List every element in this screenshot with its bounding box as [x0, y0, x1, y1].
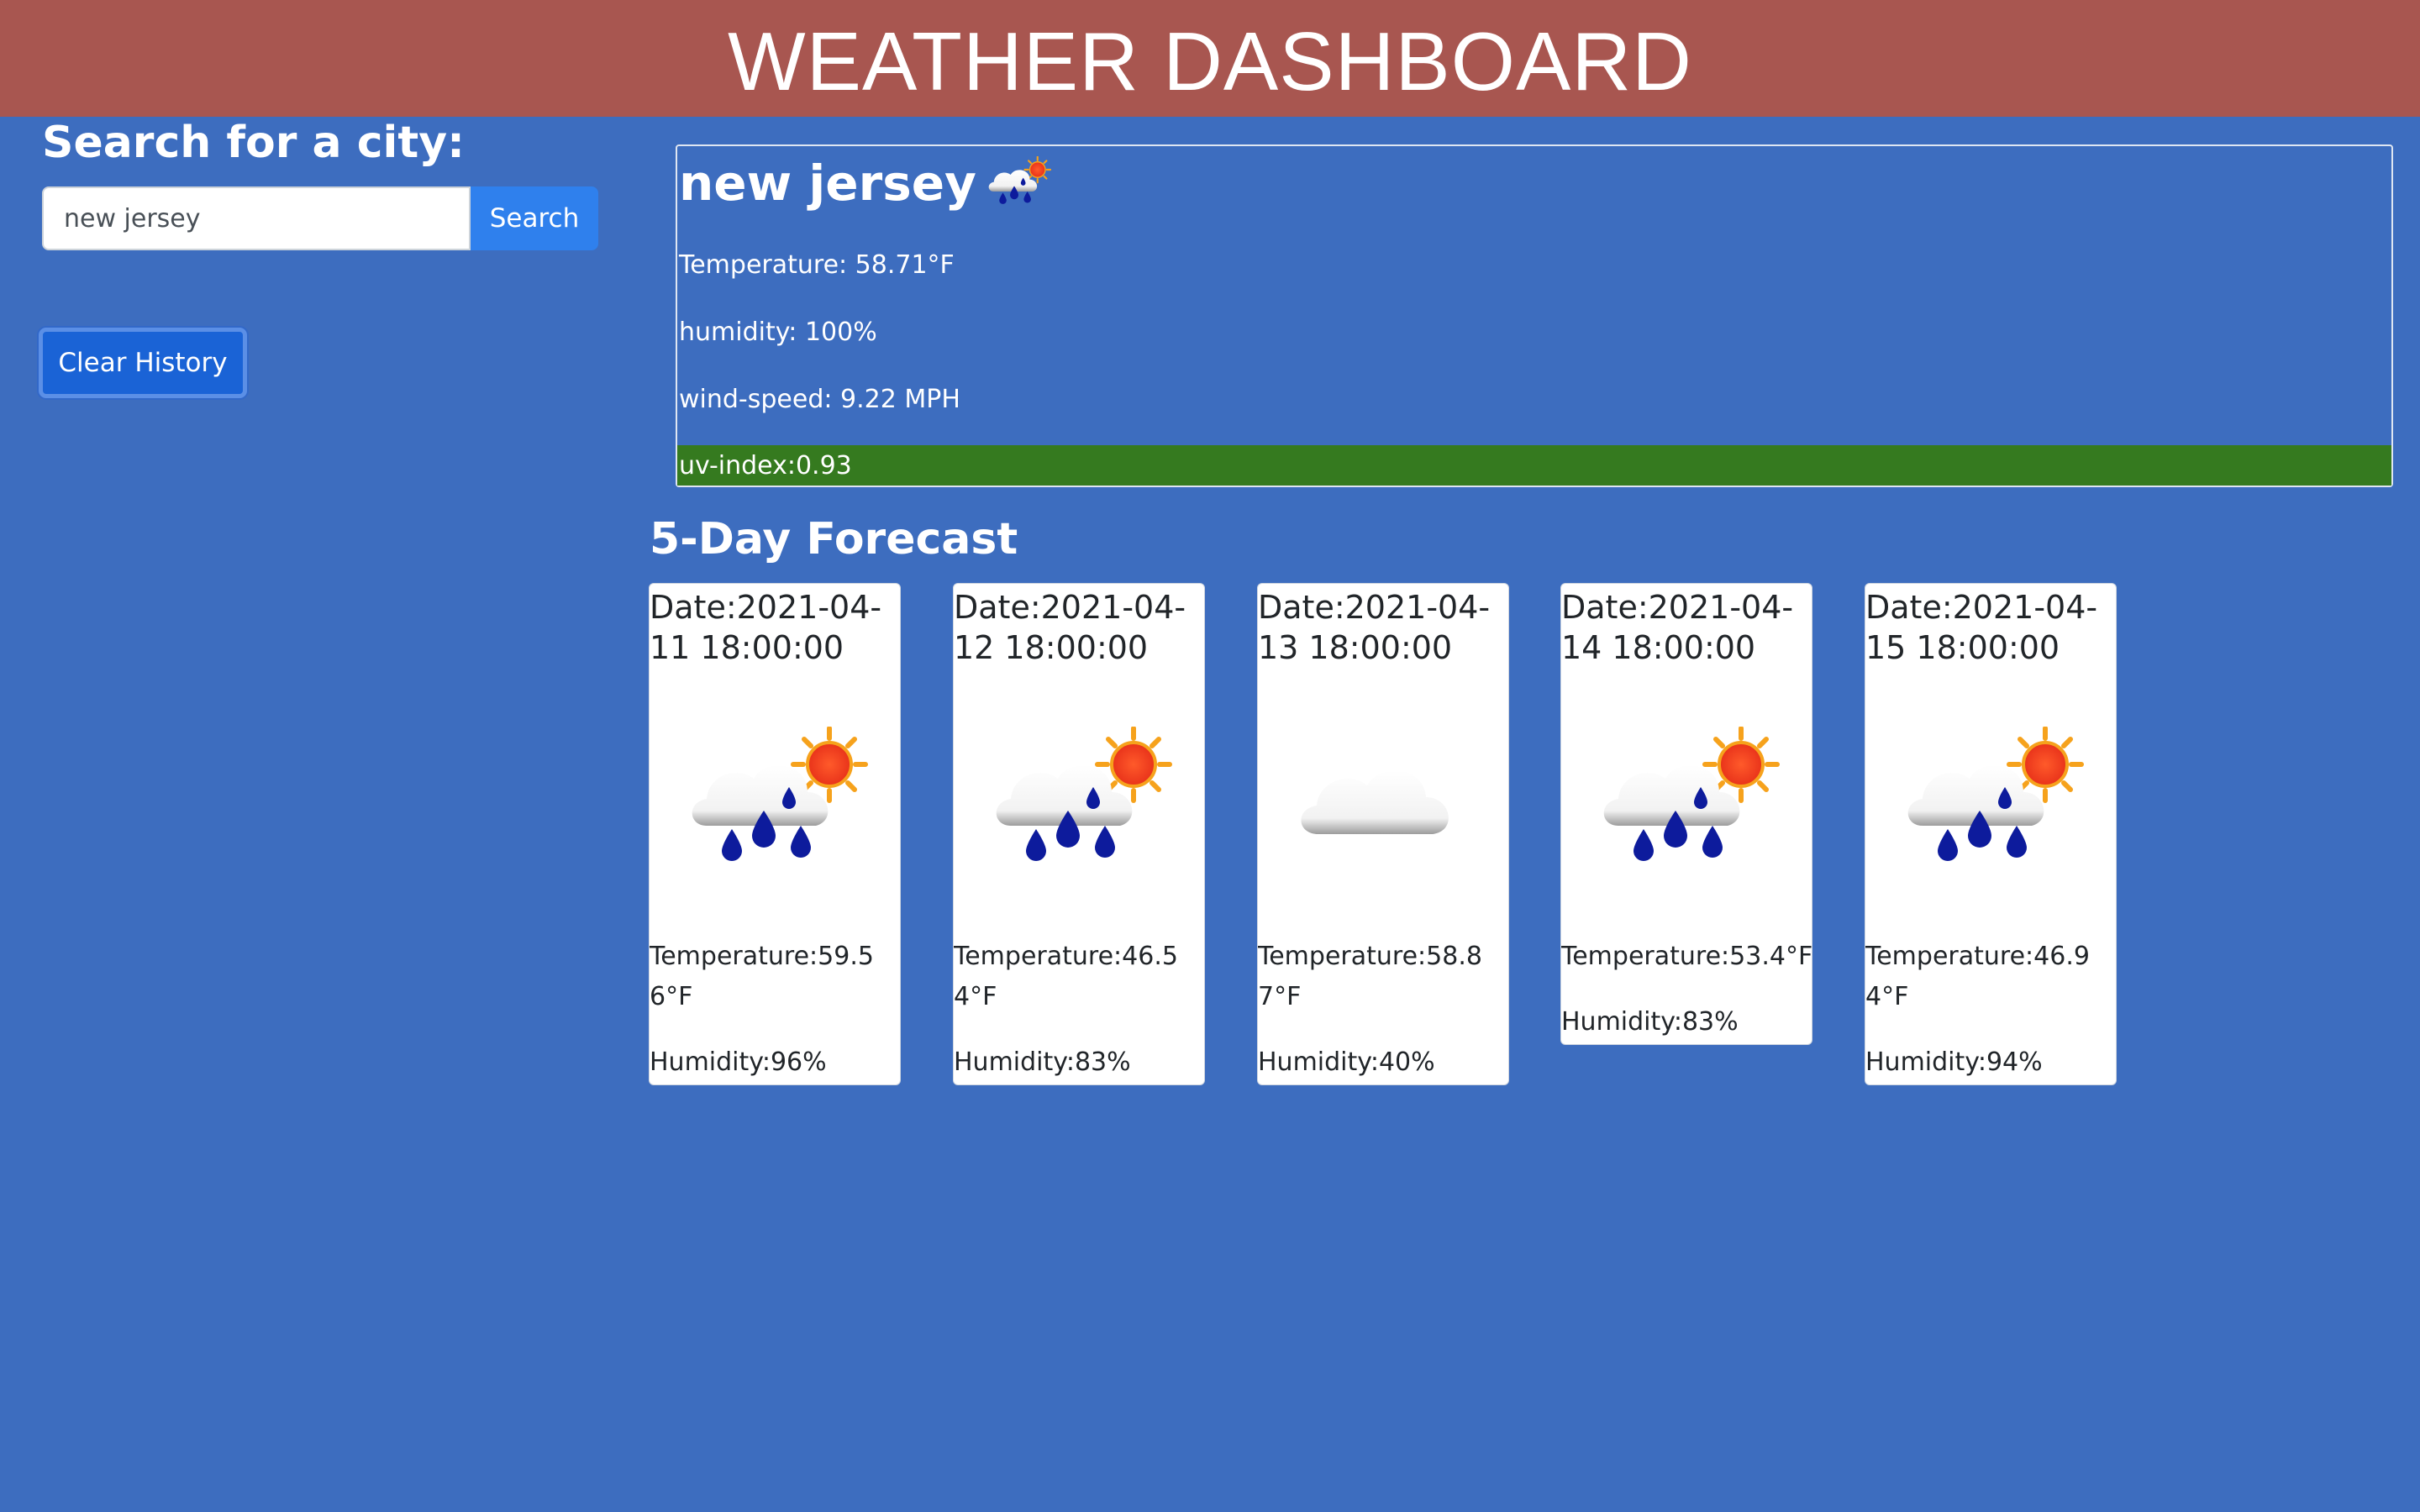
forecast-humidity: Humidity:96%	[650, 1047, 827, 1077]
forecast-temperature: Temperature:46.54°F	[954, 942, 1178, 1011]
rain-sun-icon	[985, 156, 1052, 210]
rain-sun-icon	[986, 727, 1174, 878]
forecast-card: Date:2021-04-15 18:00:00 Temperature:46.…	[1865, 583, 2117, 1085]
forecast-humidity: Humidity:83%	[1561, 1007, 1739, 1037]
forecast-humidity: Humidity:40%	[1258, 1047, 1435, 1077]
forecast-temperature: Temperature:59.56°F	[650, 942, 874, 1011]
rain-sun-icon	[681, 727, 870, 878]
forecast-date: Date:2021-04-13 18:00:00	[1258, 589, 1491, 666]
current-humidity: humidity: 100%	[679, 318, 877, 347]
forecast-temperature: Temperature:58.87°F	[1258, 942, 1482, 1011]
clear-history-button[interactable]: Clear History	[39, 328, 247, 398]
page-title: WEATHER DASHBOARD	[728, 15, 1692, 108]
forecast-date: Date:2021-04-12 18:00:00	[954, 589, 1186, 666]
forecast-humidity: Humidity:83%	[954, 1047, 1131, 1077]
current-weather-panel: new jersey Temperature: 58.71°F humidity…	[676, 144, 2393, 487]
forecast-temperature: Temperature:46.94°F	[1865, 942, 2090, 1011]
forecast-date: Date:2021-04-14 18:00:00	[1561, 589, 1794, 666]
current-city-heading: new jersey	[679, 155, 1052, 212]
forecast-date: Date:2021-04-11 18:00:00	[650, 589, 882, 666]
current-temperature: Temperature: 58.71°F	[679, 250, 955, 280]
current-city-name: new jersey	[679, 155, 976, 212]
forecast-humidity: Humidity:94%	[1865, 1047, 2043, 1077]
current-wind-speed: wind-speed: 9.22 MPH	[679, 385, 960, 414]
search-button[interactable]: Search	[471, 186, 598, 250]
forecast-date: Date:2021-04-15 18:00:00	[1865, 589, 2098, 666]
rain-sun-icon	[1897, 727, 2086, 878]
forecast-temperature: Temperature:53.4°F	[1561, 942, 1812, 971]
forecast-card: Date:2021-04-11 18:00:00 Temperature:59.…	[649, 583, 901, 1085]
uv-index-bar: uv-index:0.93	[677, 445, 2391, 486]
city-search-input[interactable]	[42, 186, 471, 250]
rain-sun-icon	[1593, 727, 1781, 878]
search-heading: Search for a city:	[42, 118, 465, 168]
forecast-card: Date:2021-04-13 18:00:00 Temperature:58.…	[1257, 583, 1509, 1085]
app-header: WEATHER DASHBOARD	[0, 0, 2420, 117]
forecast-heading: 5-Day Forecast	[650, 514, 1018, 564]
cloud-icon	[1290, 727, 1478, 878]
forecast-card: Date:2021-04-14 18:00:00 Temperature:53.…	[1560, 583, 1812, 1045]
forecast-card: Date:2021-04-12 18:00:00 Temperature:46.…	[953, 583, 1205, 1085]
